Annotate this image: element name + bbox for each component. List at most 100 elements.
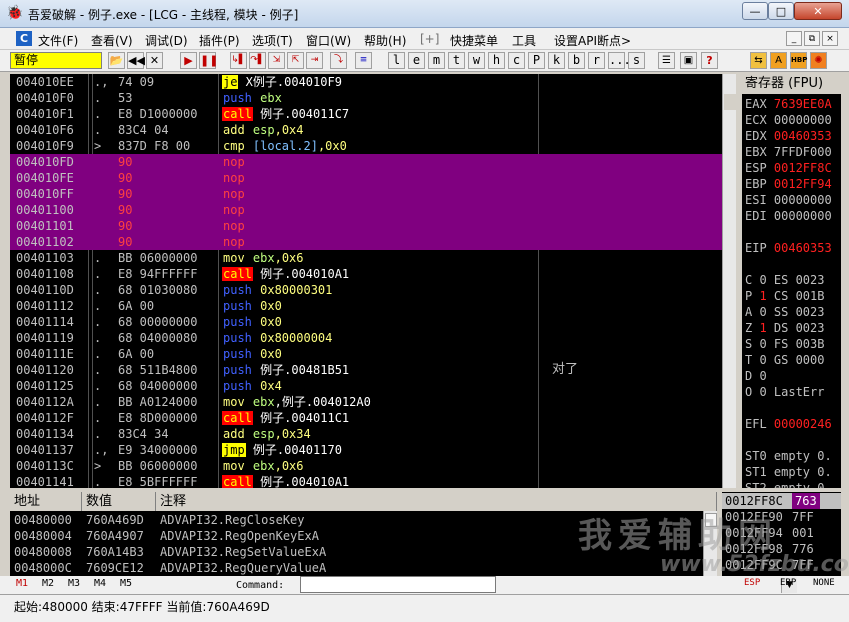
trace-over-icon[interactable]: ⇱ (287, 52, 304, 69)
help-icon[interactable]: ? (701, 52, 718, 69)
memory-tab-m2[interactable]: M2 (42, 578, 54, 589)
disasm-row[interactable]: 00401141. E8 5BFFFFFF call 例子.004010A1 (10, 474, 722, 488)
register-row[interactable]: EIP 00460353EIP 00460353 (745, 240, 832, 256)
step-into-icon[interactable]: ↳▌ (230, 52, 247, 69)
menu-plus[interactable]: [+] (420, 32, 439, 46)
toolbar-executable-modules-button[interactable]: e (408, 52, 425, 69)
disasm-row[interactable]: 00401112. 6A 00 push 0x0 (10, 298, 722, 314)
memory-tab-m4[interactable]: M4 (94, 578, 106, 589)
ebp-follow-button[interactable]: EBP (780, 578, 796, 588)
mdi-minimize-button[interactable]: _ (786, 31, 802, 46)
menu-file[interactable]: 文件(F) (38, 32, 78, 49)
disasm-row[interactable]: 004010F1. E8 D1000000 call 例子.004011C7 (10, 106, 722, 122)
toolbar-log-button[interactable]: l (388, 52, 405, 69)
dump-col-value[interactable]: 数值 (82, 492, 156, 511)
esp-follow-button[interactable]: ESP (744, 578, 760, 588)
disasm-row[interactable]: 00401114. 68 00000000 push 0x0 (10, 314, 722, 330)
plugin-a-icon[interactable]: A (770, 52, 787, 69)
animate-icon[interactable]: ≡ (355, 52, 372, 69)
menu-shortcut[interactable]: 快捷菜单 (450, 32, 498, 49)
dump-col-address[interactable]: 地址 (10, 492, 82, 511)
disasm-row[interactable]: 0040113C > BB 06000000 mov ebx,0x6 (10, 458, 722, 474)
flame-icon[interactable]: ✺ (810, 52, 827, 69)
disasm-row[interactable]: 00401108. E8 94FFFFFF call 例子.004010A1 (10, 266, 722, 282)
list-icon[interactable]: ☰ (658, 52, 675, 69)
register-row[interactable]: ST2 empty 0. (745, 480, 832, 488)
disasm-row[interactable]: 004010EE., 74 09 je X例子.004010F9 (10, 74, 722, 90)
open-icon[interactable]: 📂 (108, 52, 125, 69)
toolbar-patches-button[interactable]: P (528, 52, 545, 69)
register-row[interactable]: ST1 empty 0. (745, 464, 832, 480)
close-button[interactable]: ✕ (794, 2, 842, 20)
register-row[interactable]: EDX 00460353EDX 00460353 (745, 128, 832, 144)
disasm-row[interactable]: 004010F9 >837D F8 00 cmp [local.2],0x0 (10, 138, 722, 154)
register-row[interactable]: EBX 7FFDF000 (745, 144, 832, 160)
toolbar-run-trace-button[interactable]: ... (608, 52, 631, 69)
maximize-button[interactable]: □ (768, 2, 794, 20)
toolbar-cpu-button[interactable]: c (508, 52, 525, 69)
disasm-row[interactable]: 0040110D. 68 01030080 push 0x80000301 (10, 282, 722, 298)
disasm-row[interactable]: 00401137., E9 34000000 jmp 例子.00401170 (10, 442, 722, 458)
hw-bp-icon[interactable]: ⇆ (750, 52, 767, 69)
execute-till-return-icon[interactable]: ⇥ (306, 52, 323, 69)
register-row[interactable]: S 0 FS 003B (745, 336, 824, 352)
register-row[interactable]: A 0 SS 0023 (745, 304, 824, 320)
rewind-icon[interactable]: ◀◀ (127, 52, 145, 69)
register-row[interactable]: C 0 ES 0023 (745, 272, 824, 288)
register-row[interactable]: ST0 empty 0. (745, 448, 832, 464)
dump-row[interactable]: 0048000C 7609CE12 ADVAPI32.RegQueryValueA (10, 560, 703, 576)
minimize-button[interactable]: — (742, 2, 768, 20)
disasm-row[interactable]: 00401101 90 nop (10, 218, 722, 234)
register-row[interactable]: ESI 00000000 (745, 192, 832, 208)
disasm-row[interactable]: 00401102 90 nop (10, 234, 722, 250)
disasm-row[interactable]: 0040112F. E8 8D000000 call 例子.004011C1 (10, 410, 722, 426)
run-icon[interactable]: ▶ (180, 52, 197, 69)
toolbar-source-button[interactable]: s (628, 52, 645, 69)
toolbar-threads-button[interactable]: t (448, 52, 465, 69)
disasm-row[interactable]: 004010F0. 53 push ebx (10, 90, 722, 106)
mdi-close-button[interactable]: × (822, 31, 838, 46)
menu-plugins[interactable]: 插件(P) (199, 32, 240, 49)
toolbar-handles-button[interactable]: h (488, 52, 505, 69)
register-row[interactable]: EBP 0012FF94EBP 0012FF94 (745, 176, 832, 192)
memory-tab-m3[interactable]: M3 (68, 578, 80, 589)
disasm-row[interactable]: 00401120. 68 511B4800 push 例子.00481B51 对了 (10, 362, 722, 378)
toolbar-windows-button[interactable]: w (468, 52, 485, 69)
none-follow-button[interactable]: NONE (813, 578, 835, 588)
disasm-row[interactable]: 00401100 90 nop (10, 202, 722, 218)
disasm-row[interactable]: 00401119. 68 04000080 push 0x80000004 (10, 330, 722, 346)
register-row[interactable]: P 1 CS 001BP 1 CS 001B (745, 288, 824, 304)
toolbar-call-stack-button[interactable]: k (548, 52, 565, 69)
disasm-row[interactable]: 00401125. 68 04000000 push 0x4 (10, 378, 722, 394)
register-row[interactable]: O 0 LastErr (745, 384, 824, 400)
disasm-row[interactable]: 004010F6. 83C4 04 add esp,0x4 (10, 122, 722, 138)
register-row[interactable]: EFL 00000246EFL 00000246 (745, 416, 832, 432)
disassembly-scrollbar[interactable] (722, 74, 736, 488)
command-input[interactable]: ▼ (300, 576, 797, 593)
registers-pane[interactable]: 寄存器 (FPU) EAX 7639EE0AEAX 7639EE0AECX 00… (742, 74, 841, 488)
toolbar-references-button[interactable]: r (588, 52, 605, 69)
register-row[interactable]: Z 1 DS 0023Z 1 DS 0023 (745, 320, 824, 336)
step-over-icon[interactable]: ↷▌ (249, 52, 266, 69)
menu-help[interactable]: 帮助(H) (364, 32, 406, 49)
pause-icon[interactable]: ❚❚ (199, 52, 218, 69)
menu-debug[interactable]: 调试(D) (145, 32, 188, 49)
toolbar-breakpoints-button[interactable]: b (568, 52, 585, 69)
stack-row[interactable]: 0012FF8C 763 (722, 493, 841, 509)
register-row[interactable]: ECX 00000000 (745, 112, 832, 128)
disasm-row[interactable]: 0040112A. BB A0124000 mov ebx,例子.004012A0 (10, 394, 722, 410)
register-row[interactable]: EDI 00000000 (745, 208, 832, 224)
menu-options[interactable]: 选项(T) (252, 32, 293, 49)
menu-window[interactable]: 窗口(W) (306, 32, 351, 49)
trace-into-icon[interactable]: ⇲ (268, 52, 285, 69)
disassembly-pane[interactable]: 004010EE., 74 09 je X例子.004010F9 004010F0.… (10, 74, 722, 488)
window-icon[interactable]: ▣ (680, 52, 697, 69)
toolbar-memory-button[interactable]: m (428, 52, 445, 69)
goto-icon[interactable]: ⤵ (330, 52, 347, 69)
menu-tools[interactable]: 工具 (512, 32, 536, 49)
memory-tab-m1[interactable]: M1 (16, 578, 28, 589)
disasm-row[interactable]: 004010FE 90 nop (10, 170, 722, 186)
disasm-row[interactable]: 004010FD 90 nop (10, 154, 722, 170)
cpu-window-icon[interactable]: C (16, 31, 32, 46)
register-row[interactable]: D 0 (745, 368, 767, 384)
